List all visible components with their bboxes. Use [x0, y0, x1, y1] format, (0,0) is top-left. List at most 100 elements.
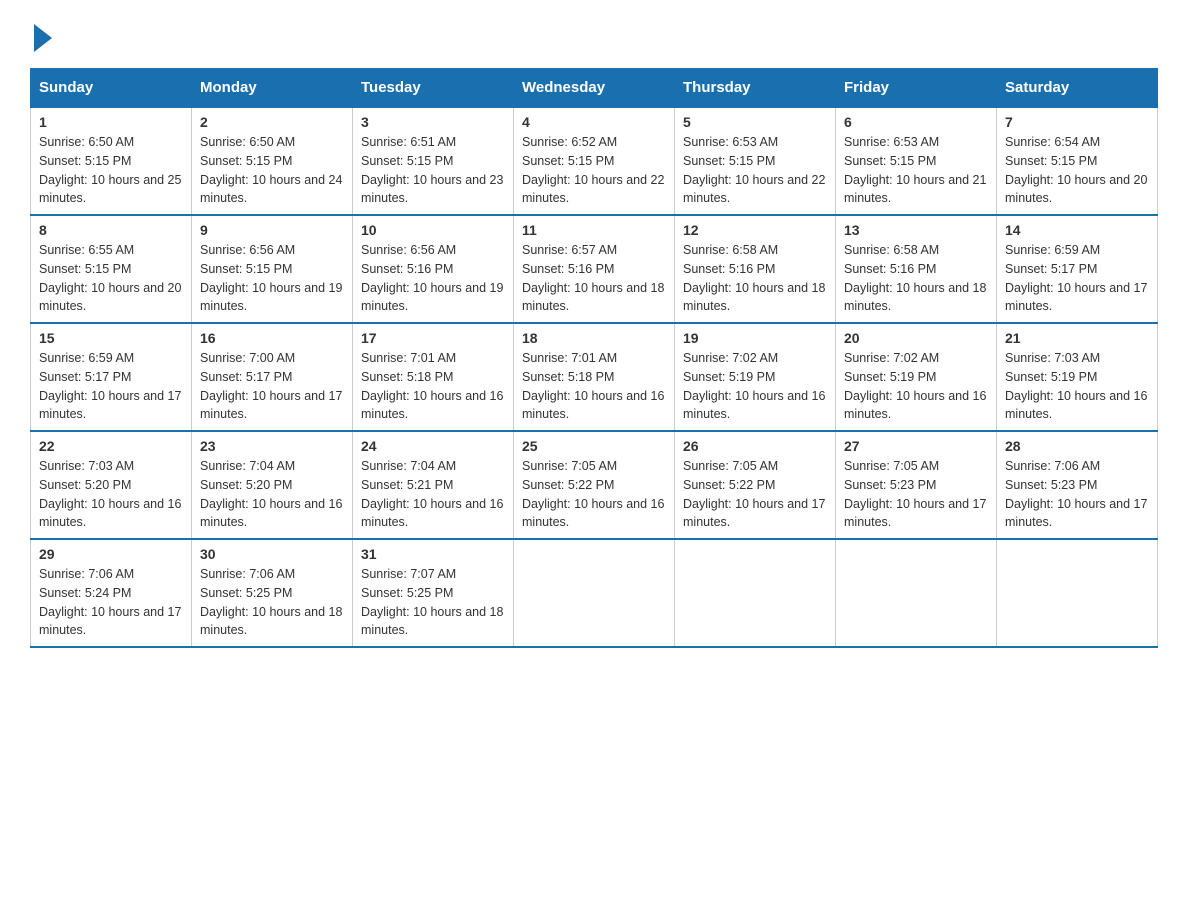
day-number: 19 [683, 330, 827, 346]
calendar-day-header: Friday [836, 69, 997, 108]
calendar-day-cell: 1 Sunrise: 6:50 AM Sunset: 5:15 PM Dayli… [31, 107, 192, 215]
calendar-day-cell [675, 539, 836, 647]
calendar-day-cell: 7 Sunrise: 6:54 AM Sunset: 5:15 PM Dayli… [997, 107, 1158, 215]
day-info: Sunrise: 6:54 AM Sunset: 5:15 PM Dayligh… [1005, 133, 1149, 208]
calendar-day-cell: 18 Sunrise: 7:01 AM Sunset: 5:18 PM Dayl… [514, 323, 675, 431]
day-info: Sunrise: 6:53 AM Sunset: 5:15 PM Dayligh… [844, 133, 988, 208]
day-info: Sunrise: 7:05 AM Sunset: 5:22 PM Dayligh… [522, 457, 666, 532]
calendar-day-cell: 26 Sunrise: 7:05 AM Sunset: 5:22 PM Dayl… [675, 431, 836, 539]
day-number: 29 [39, 546, 183, 562]
day-info: Sunrise: 6:51 AM Sunset: 5:15 PM Dayligh… [361, 133, 505, 208]
logo-arrow-icon [34, 24, 52, 52]
calendar-day-cell: 30 Sunrise: 7:06 AM Sunset: 5:25 PM Dayl… [192, 539, 353, 647]
day-info: Sunrise: 7:07 AM Sunset: 5:25 PM Dayligh… [361, 565, 505, 640]
day-number: 25 [522, 438, 666, 454]
calendar-day-cell: 6 Sunrise: 6:53 AM Sunset: 5:15 PM Dayli… [836, 107, 997, 215]
day-number: 1 [39, 114, 183, 130]
day-info: Sunrise: 6:52 AM Sunset: 5:15 PM Dayligh… [522, 133, 666, 208]
day-number: 3 [361, 114, 505, 130]
calendar-day-cell: 23 Sunrise: 7:04 AM Sunset: 5:20 PM Dayl… [192, 431, 353, 539]
calendar-day-cell: 10 Sunrise: 6:56 AM Sunset: 5:16 PM Dayl… [353, 215, 514, 323]
calendar-day-cell: 29 Sunrise: 7:06 AM Sunset: 5:24 PM Dayl… [31, 539, 192, 647]
day-info: Sunrise: 6:59 AM Sunset: 5:17 PM Dayligh… [1005, 241, 1149, 316]
day-info: Sunrise: 7:00 AM Sunset: 5:17 PM Dayligh… [200, 349, 344, 424]
day-info: Sunrise: 6:50 AM Sunset: 5:15 PM Dayligh… [200, 133, 344, 208]
day-info: Sunrise: 7:05 AM Sunset: 5:23 PM Dayligh… [844, 457, 988, 532]
day-number: 12 [683, 222, 827, 238]
calendar-day-cell: 5 Sunrise: 6:53 AM Sunset: 5:15 PM Dayli… [675, 107, 836, 215]
calendar-day-cell: 27 Sunrise: 7:05 AM Sunset: 5:23 PM Dayl… [836, 431, 997, 539]
day-number: 23 [200, 438, 344, 454]
calendar-day-cell: 21 Sunrise: 7:03 AM Sunset: 5:19 PM Dayl… [997, 323, 1158, 431]
day-number: 22 [39, 438, 183, 454]
day-number: 21 [1005, 330, 1149, 346]
day-number: 7 [1005, 114, 1149, 130]
calendar-week-row: 29 Sunrise: 7:06 AM Sunset: 5:24 PM Dayl… [31, 539, 1158, 647]
day-number: 16 [200, 330, 344, 346]
day-info: Sunrise: 7:03 AM Sunset: 5:19 PM Dayligh… [1005, 349, 1149, 424]
logo [30, 20, 52, 48]
day-number: 9 [200, 222, 344, 238]
day-info: Sunrise: 7:06 AM Sunset: 5:24 PM Dayligh… [39, 565, 183, 640]
day-info: Sunrise: 6:58 AM Sunset: 5:16 PM Dayligh… [844, 241, 988, 316]
calendar-day-cell: 3 Sunrise: 6:51 AM Sunset: 5:15 PM Dayli… [353, 107, 514, 215]
day-number: 28 [1005, 438, 1149, 454]
calendar-header-row: SundayMondayTuesdayWednesdayThursdayFrid… [31, 69, 1158, 108]
calendar-day-cell: 20 Sunrise: 7:02 AM Sunset: 5:19 PM Dayl… [836, 323, 997, 431]
day-info: Sunrise: 7:04 AM Sunset: 5:20 PM Dayligh… [200, 457, 344, 532]
calendar-day-cell: 19 Sunrise: 7:02 AM Sunset: 5:19 PM Dayl… [675, 323, 836, 431]
calendar-week-row: 22 Sunrise: 7:03 AM Sunset: 5:20 PM Dayl… [31, 431, 1158, 539]
calendar-day-cell: 25 Sunrise: 7:05 AM Sunset: 5:22 PM Dayl… [514, 431, 675, 539]
calendar-day-cell: 31 Sunrise: 7:07 AM Sunset: 5:25 PM Dayl… [353, 539, 514, 647]
day-info: Sunrise: 7:05 AM Sunset: 5:22 PM Dayligh… [683, 457, 827, 532]
day-info: Sunrise: 7:01 AM Sunset: 5:18 PM Dayligh… [361, 349, 505, 424]
calendar-day-cell: 24 Sunrise: 7:04 AM Sunset: 5:21 PM Dayl… [353, 431, 514, 539]
calendar-day-cell: 13 Sunrise: 6:58 AM Sunset: 5:16 PM Dayl… [836, 215, 997, 323]
day-number: 8 [39, 222, 183, 238]
calendar-day-header: Sunday [31, 69, 192, 108]
day-number: 10 [361, 222, 505, 238]
calendar-day-cell: 16 Sunrise: 7:00 AM Sunset: 5:17 PM Dayl… [192, 323, 353, 431]
day-number: 31 [361, 546, 505, 562]
day-info: Sunrise: 7:06 AM Sunset: 5:25 PM Dayligh… [200, 565, 344, 640]
day-info: Sunrise: 6:56 AM Sunset: 5:16 PM Dayligh… [361, 241, 505, 316]
day-info: Sunrise: 6:57 AM Sunset: 5:16 PM Dayligh… [522, 241, 666, 316]
day-info: Sunrise: 6:55 AM Sunset: 5:15 PM Dayligh… [39, 241, 183, 316]
calendar-day-cell: 22 Sunrise: 7:03 AM Sunset: 5:20 PM Dayl… [31, 431, 192, 539]
calendar-table: SundayMondayTuesdayWednesdayThursdayFrid… [30, 68, 1158, 648]
day-number: 30 [200, 546, 344, 562]
day-number: 6 [844, 114, 988, 130]
calendar-day-cell [997, 539, 1158, 647]
calendar-day-header: Thursday [675, 69, 836, 108]
calendar-day-header: Saturday [997, 69, 1158, 108]
calendar-day-cell: 12 Sunrise: 6:58 AM Sunset: 5:16 PM Dayl… [675, 215, 836, 323]
calendar-day-header: Tuesday [353, 69, 514, 108]
day-number: 27 [844, 438, 988, 454]
calendar-day-cell [836, 539, 997, 647]
calendar-day-cell: 2 Sunrise: 6:50 AM Sunset: 5:15 PM Dayli… [192, 107, 353, 215]
page-header [30, 20, 1158, 48]
day-info: Sunrise: 7:02 AM Sunset: 5:19 PM Dayligh… [844, 349, 988, 424]
day-number: 15 [39, 330, 183, 346]
day-info: Sunrise: 7:03 AM Sunset: 5:20 PM Dayligh… [39, 457, 183, 532]
calendar-day-cell: 15 Sunrise: 6:59 AM Sunset: 5:17 PM Dayl… [31, 323, 192, 431]
day-number: 4 [522, 114, 666, 130]
calendar-week-row: 1 Sunrise: 6:50 AM Sunset: 5:15 PM Dayli… [31, 107, 1158, 215]
day-number: 2 [200, 114, 344, 130]
day-info: Sunrise: 7:06 AM Sunset: 5:23 PM Dayligh… [1005, 457, 1149, 532]
day-info: Sunrise: 6:56 AM Sunset: 5:15 PM Dayligh… [200, 241, 344, 316]
calendar-day-cell: 4 Sunrise: 6:52 AM Sunset: 5:15 PM Dayli… [514, 107, 675, 215]
calendar-day-cell: 9 Sunrise: 6:56 AM Sunset: 5:15 PM Dayli… [192, 215, 353, 323]
calendar-day-header: Wednesday [514, 69, 675, 108]
day-info: Sunrise: 7:04 AM Sunset: 5:21 PM Dayligh… [361, 457, 505, 532]
day-number: 24 [361, 438, 505, 454]
day-number: 13 [844, 222, 988, 238]
day-number: 14 [1005, 222, 1149, 238]
day-info: Sunrise: 6:53 AM Sunset: 5:15 PM Dayligh… [683, 133, 827, 208]
day-number: 17 [361, 330, 505, 346]
day-number: 5 [683, 114, 827, 130]
day-info: Sunrise: 7:02 AM Sunset: 5:19 PM Dayligh… [683, 349, 827, 424]
calendar-day-cell: 17 Sunrise: 7:01 AM Sunset: 5:18 PM Dayl… [353, 323, 514, 431]
day-number: 20 [844, 330, 988, 346]
day-number: 26 [683, 438, 827, 454]
